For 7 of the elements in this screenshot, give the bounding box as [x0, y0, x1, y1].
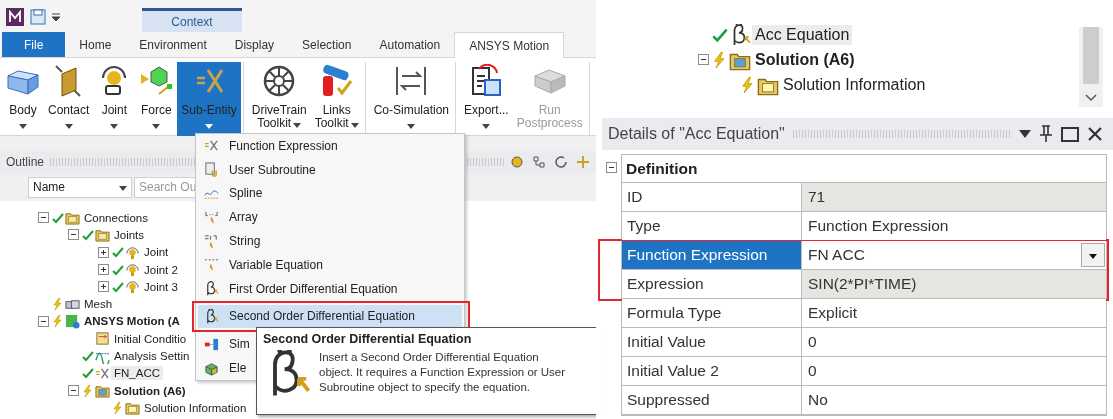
panel-title: Outline [6, 155, 45, 169]
property-value: SIN(2*PI*TIME) [802, 270, 1106, 298]
tooltip-text: Insert a Second Order Differential Equation object. It requires a Function Expression or User Subroutine object to specify the equation. [319, 350, 567, 395]
property-value: 71 [802, 183, 1106, 211]
panel-title: Details of "Acc Equation" [608, 125, 785, 143]
group-header: Definition [626, 159, 698, 178]
tooltip-title: Second Order Differential Equation [263, 332, 473, 346]
